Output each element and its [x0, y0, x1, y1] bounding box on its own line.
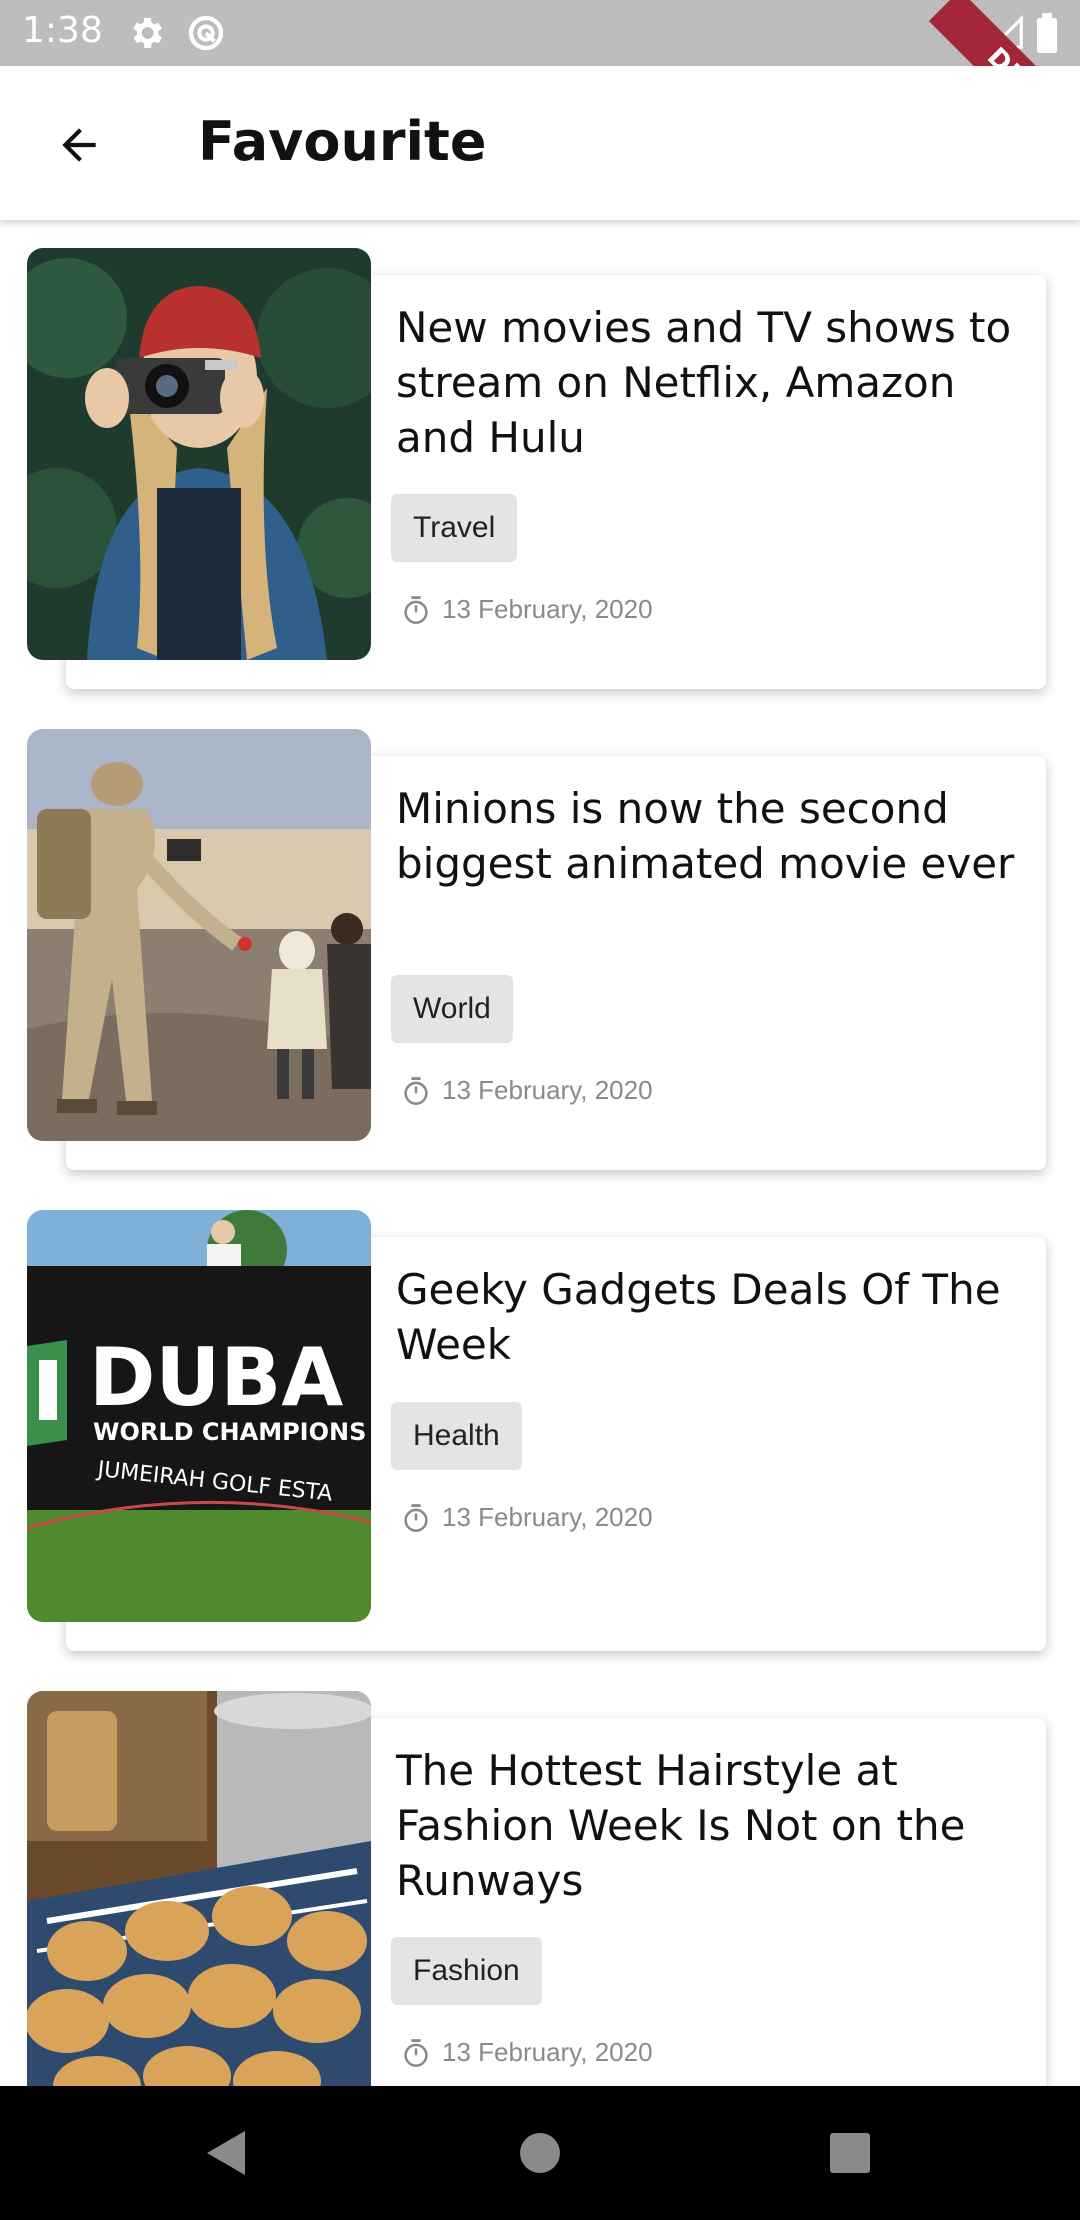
article-title[interactable]: Minions is now the second biggest animat… [396, 781, 1036, 891]
timer-icon [404, 1076, 428, 1105]
back-triangle-icon [207, 2131, 245, 2175]
timer-icon [404, 2038, 428, 2067]
battery-icon [1036, 13, 1058, 58]
date-row: 13 February, 2020 [402, 594, 653, 625]
nav-home-button[interactable] [460, 2086, 620, 2220]
status-bar: 1:38 [0, 0, 1080, 66]
status-time: 1:38 [22, 10, 103, 51]
date-row: 13 February, 2020 [402, 1502, 653, 1533]
woman-with-camera-photo [27, 248, 371, 660]
svg-text:DUBA: DUBA [89, 1331, 343, 1424]
settings-icon [126, 13, 166, 58]
article-date: 13 February, 2020 [442, 1075, 653, 1105]
date-row: 13 February, 2020 [402, 1075, 653, 1106]
category-chip[interactable]: Health [391, 1402, 522, 1470]
system-nav-bar [0, 2086, 1080, 2220]
timer-icon [404, 1503, 428, 1532]
nav-recents-button[interactable] [770, 2086, 930, 2220]
svg-text:WORLD CHAMPIONS: WORLD CHAMPIONS [93, 1418, 366, 1446]
article-title[interactable]: New movies and TV shows to stream on Net… [396, 300, 1036, 465]
category-chip[interactable]: Fashion [391, 1937, 542, 2005]
article-title[interactable]: The Hottest Hairstyle at Fashion Week Is… [396, 1743, 1036, 1908]
dubai-golf-banner-photo: DUBA WORLD CHAMPIONS JUMEIRAH GOLF ESTA [27, 1210, 371, 1622]
nav-back-button[interactable] [146, 2086, 306, 2220]
article-card[interactable]: New movies and TV shows to stream on Net… [0, 248, 1080, 689]
soldier-with-children-photo [27, 729, 371, 1141]
recents-square-icon [830, 2133, 870, 2173]
article-card[interactable]: The Hottest Hairstyle at Fashion Week Is… [0, 1691, 1080, 2086]
article-title[interactable]: Geeky Gadgets Deals Of The Week [396, 1262, 1036, 1372]
potatoes-photo [27, 1691, 371, 2086]
article-date: 13 February, 2020 [442, 1502, 653, 1532]
timer-icon [404, 595, 428, 624]
arrow-back-icon [62, 128, 96, 162]
article-card[interactable]: DUBA WORLD CHAMPIONS JUMEIRAH GOLF ESTA … [0, 1210, 1080, 1651]
article-card[interactable]: Minions is now the second biggest animat… [0, 729, 1080, 1170]
page-title: Favourite [198, 110, 487, 173]
category-chip[interactable]: World [391, 975, 513, 1043]
home-circle-icon [520, 2133, 560, 2173]
category-chip[interactable]: Travel [391, 494, 518, 562]
sync-icon [186, 13, 226, 58]
date-row: 13 February, 2020 [402, 2037, 653, 2068]
article-date: 13 February, 2020 [442, 594, 653, 624]
back-button[interactable] [34, 110, 124, 180]
favourite-list[interactable]: New movies and TV shows to stream on Net… [0, 220, 1080, 2086]
article-date: 13 February, 2020 [442, 2037, 653, 2067]
app-bar: Favourite [0, 66, 1080, 220]
